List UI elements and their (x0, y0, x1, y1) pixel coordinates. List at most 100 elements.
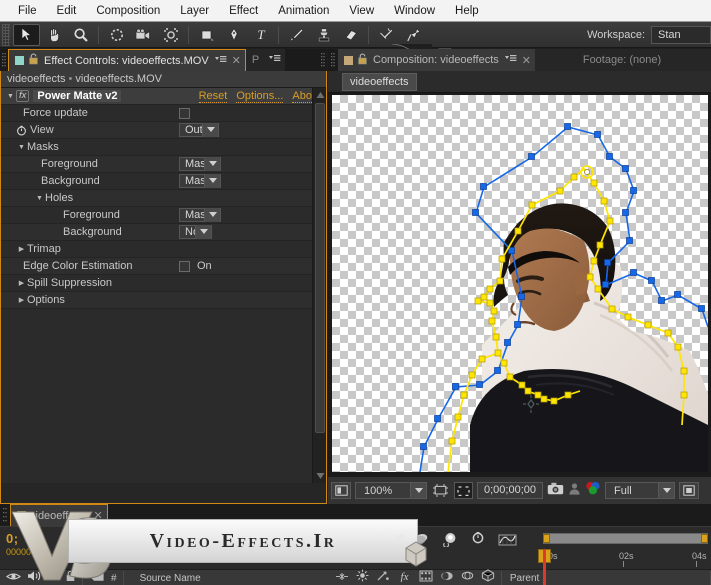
pen-tool[interactable] (220, 24, 247, 46)
comp-sub-tab[interactable]: videoeffects (342, 72, 417, 91)
timeline-current-time[interactable]: 0; (6, 531, 19, 546)
effect-twirl-icon[interactable]: ▼ (5, 93, 16, 100)
property-row-edge-color-estimation[interactable]: Edge Color Estimation On (1, 258, 326, 275)
motion-blur-icon[interactable] (383, 533, 400, 552)
options-link[interactable]: Options... (236, 90, 284, 103)
menu-item-window[interactable]: Window (384, 0, 445, 22)
menu-item-effect[interactable]: Effect (219, 0, 268, 22)
brush-tool[interactable] (283, 24, 310, 46)
tab-effect-controls[interactable]: Effect Controls: videoeffects.MOV ✕ (8, 49, 246, 71)
collapse-transform-icon[interactable] (481, 569, 495, 585)
timeline-ruler[interactable]: 00s 02s 04s (540, 527, 711, 569)
effects-switch-icon[interactable] (376, 569, 390, 585)
scroll-up-button[interactable] (313, 88, 327, 102)
current-time-indicator[interactable] (543, 549, 546, 585)
effect-header-row[interactable]: ▼ fx Power Matte v2 Reset Options... Abo (1, 88, 326, 105)
label-icon[interactable] (89, 569, 105, 585)
edge-color-estimation-checkbox[interactable] (179, 260, 190, 272)
zoom-tool[interactable] (67, 24, 94, 46)
type-tool[interactable]: T (247, 24, 274, 46)
shy-icon[interactable] (325, 532, 342, 552)
always-preview-icon[interactable] (331, 482, 351, 499)
resolution-dropdown[interactable]: Full (605, 482, 675, 499)
view-dropdown[interactable]: Output (179, 122, 297, 137)
hand-tool[interactable] (40, 24, 67, 46)
tab-composition[interactable]: Composition: videoeffects ✕ (338, 49, 535, 71)
roto-brush-tool[interactable] (373, 24, 400, 46)
menu-item-animation[interactable]: Animation (268, 0, 339, 22)
scrollbar-thumb[interactable] (315, 103, 325, 433)
work-area-end-handle[interactable] (701, 534, 708, 543)
property-group-holes[interactable]: ▼ Holes (1, 190, 326, 207)
about-link[interactable]: Abo (292, 90, 312, 103)
options-twirl-icon[interactable]: ▶ (16, 296, 27, 304)
column-header-parent[interactable]: Parent (502, 573, 582, 584)
close-icon[interactable]: ✕ (522, 54, 531, 67)
eye-icon[interactable] (6, 569, 21, 585)
property-row-masks-foreground[interactable]: Foreground Mask 1 (1, 156, 326, 173)
timeline-search-input[interactable] (160, 544, 300, 558)
property-group-trimap[interactable]: ▶ Trimap (1, 241, 326, 258)
menu-item-layer[interactable]: Layer (170, 0, 219, 22)
masks-foreground-dropdown[interactable]: Mask 1 (179, 156, 297, 171)
work-area-bar[interactable] (543, 533, 708, 544)
menu-item-composition[interactable]: Composition (86, 0, 170, 22)
holes-foreground-dropdown[interactable]: Mask 1 (179, 207, 297, 222)
holes-twirl-icon[interactable]: ▼ (34, 195, 45, 202)
timeline-panel-grip[interactable] (0, 504, 10, 526)
property-group-options[interactable]: ▶ Options (1, 292, 326, 309)
composition-canvas[interactable] (332, 95, 708, 472)
tab-project[interactable]: P (245, 49, 286, 71)
property-row-view[interactable]: View Output (1, 122, 326, 139)
motion-blur-toggle-icon[interactable] (440, 569, 454, 585)
selection-tool[interactable] (13, 23, 40, 46)
brainstorm-icon[interactable] (441, 532, 458, 552)
workspace-dropdown[interactable]: Stan (651, 25, 711, 44)
breadcrumb-comp[interactable]: videoeffects (7, 73, 66, 85)
menu-item-view[interactable]: View (339, 0, 384, 22)
panel-grip-right[interactable] (319, 49, 327, 71)
trimap-twirl-icon[interactable]: ▶ (16, 245, 27, 253)
property-row-masks-background[interactable]: Background Mask 2 (1, 173, 326, 190)
graph-editor-icon[interactable] (470, 532, 486, 552)
channel-icon[interactable] (585, 481, 601, 500)
lock-icon[interactable] (357, 53, 368, 68)
reset-link[interactable]: Reset (198, 90, 228, 103)
panel-grip[interactable] (0, 49, 8, 71)
pan-behind-tool[interactable] (157, 24, 184, 46)
clone-stamp-tool[interactable] (310, 24, 337, 46)
force-update-checkbox[interactable] (179, 107, 190, 119)
breadcrumb-layer[interactable]: videoeffects.MOV (75, 73, 162, 85)
tab-timeline-videoeffects[interactable]: videoeffects ✕ (10, 504, 108, 526)
shape-tool[interactable] (193, 24, 220, 46)
toolbar-grip[interactable] (2, 23, 10, 46)
close-icon[interactable]: ✕ (94, 509, 103, 522)
masks-twirl-icon[interactable]: ▼ (16, 144, 27, 151)
tab-menu-icon[interactable] (214, 54, 227, 68)
frame-blend-switch-icon[interactable] (419, 569, 433, 585)
property-group-masks[interactable]: ▼ Masks (1, 139, 326, 156)
composition-viewer[interactable] (328, 93, 711, 476)
frame-blend-icon[interactable] (354, 533, 371, 552)
toggle-mask-paths-icon[interactable] (454, 482, 473, 499)
solo-icon[interactable] (48, 569, 59, 585)
column-header-index[interactable]: # (111, 573, 117, 584)
curve-icon[interactable] (498, 533, 517, 552)
menu-item-help[interactable]: Help (445, 0, 489, 22)
composition-tab-menu-icon[interactable] (504, 53, 517, 67)
show-snapshot-icon[interactable] (568, 482, 581, 500)
work-area-start-handle[interactable] (543, 534, 550, 543)
quality-switch-icon[interactable] (356, 569, 369, 585)
region-of-interest-icon[interactable] (431, 482, 450, 499)
transparency-grid-icon[interactable] (679, 482, 699, 499)
close-icon[interactable]: ✕ (232, 54, 241, 67)
audio-icon[interactable] (27, 569, 42, 585)
snapshot-icon[interactable] (547, 482, 564, 500)
lock-icon[interactable] (28, 53, 39, 68)
property-group-spill-suppression[interactable]: ▶ Spill Suppression (1, 275, 326, 292)
holes-background-dropdown[interactable]: None (179, 224, 297, 239)
column-header-source-name[interactable]: Source Name (124, 573, 201, 584)
puppet-pin-tool[interactable] (400, 24, 427, 46)
property-row-force-update[interactable]: Force update (1, 105, 326, 122)
stopwatch-icon[interactable] (16, 125, 27, 136)
